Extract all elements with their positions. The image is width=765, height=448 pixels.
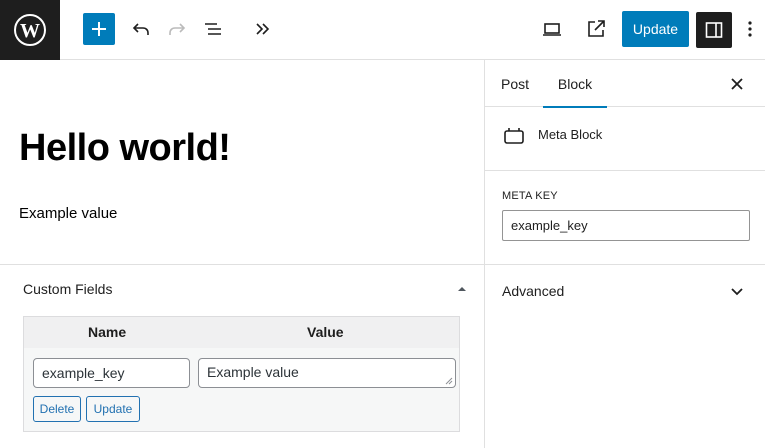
undo-button[interactable] bbox=[124, 12, 158, 46]
block-card: Meta Block bbox=[485, 107, 765, 171]
column-header-value: Value bbox=[307, 324, 344, 340]
meta-key-panel: META KEY example_key bbox=[485, 171, 765, 265]
metabox-header[interactable]: Custom Fields bbox=[0, 265, 484, 313]
triangle-up-icon[interactable] bbox=[456, 283, 468, 295]
custom-fields-table: Name Value example_key Example value Del… bbox=[23, 316, 460, 432]
more-tools-button[interactable] bbox=[246, 12, 280, 46]
sidebar-icon bbox=[705, 22, 723, 38]
undo-icon bbox=[132, 23, 149, 35]
update-field-button[interactable]: Update bbox=[86, 396, 140, 422]
external-link-icon bbox=[588, 20, 605, 37]
tab-block[interactable]: Block bbox=[543, 60, 607, 108]
custom-field-value-textarea[interactable]: Example value bbox=[198, 358, 456, 388]
double-chevron-right-icon bbox=[256, 23, 270, 35]
tab-post[interactable]: Post bbox=[493, 60, 537, 107]
chevron-down-icon bbox=[731, 288, 743, 296]
editor-toolbar: W Update bbox=[0, 0, 765, 60]
editor-canvas: Hello world! Example value bbox=[0, 60, 484, 264]
resize-handle-icon[interactable] bbox=[445, 377, 453, 385]
plus-icon bbox=[92, 22, 106, 36]
meta-key-label: META KEY bbox=[502, 190, 558, 202]
sidebar-tabs: Post Block bbox=[485, 60, 765, 108]
metabox-title: Custom Fields bbox=[23, 281, 113, 297]
close-icon bbox=[731, 78, 743, 90]
list-view-icon bbox=[205, 23, 221, 35]
post-title[interactable]: Hello world! bbox=[19, 125, 231, 171]
column-header-name: Name bbox=[88, 324, 127, 340]
svg-text:W: W bbox=[20, 20, 40, 42]
delete-field-button[interactable]: Delete bbox=[33, 396, 81, 422]
settings-sidebar: Post Block Meta Block META KEY example_k… bbox=[484, 60, 765, 448]
preview-button[interactable] bbox=[535, 12, 569, 46]
settings-toggle-button[interactable] bbox=[696, 12, 732, 48]
custom-fields-metabox: Custom Fields Name Value example_key Exa… bbox=[0, 264, 484, 448]
advanced-panel-toggle[interactable]: Advanced bbox=[485, 265, 765, 317]
wordpress-logo-icon[interactable]: W bbox=[0, 0, 60, 60]
close-sidebar-button[interactable] bbox=[725, 72, 749, 96]
update-button[interactable]: Update bbox=[622, 11, 689, 47]
laptop-icon bbox=[543, 23, 561, 36]
list-view-button[interactable] bbox=[196, 12, 230, 46]
block-card-title: Meta Block bbox=[538, 127, 603, 142]
table-header: Name Value bbox=[24, 317, 459, 348]
view-post-button[interactable] bbox=[579, 12, 613, 46]
paragraph-block[interactable]: Example value bbox=[19, 205, 117, 222]
redo-button[interactable] bbox=[160, 12, 194, 46]
redo-icon bbox=[169, 23, 186, 35]
meta-block-icon bbox=[504, 128, 524, 144]
options-button[interactable] bbox=[738, 12, 762, 46]
add-block-button[interactable] bbox=[83, 13, 115, 45]
advanced-label: Advanced bbox=[502, 283, 565, 299]
vertical-ellipsis-icon bbox=[748, 21, 752, 37]
meta-key-input[interactable]: example_key bbox=[502, 210, 750, 241]
custom-field-key-input[interactable]: example_key bbox=[33, 358, 190, 388]
custom-field-value-text: Example value bbox=[207, 364, 299, 380]
